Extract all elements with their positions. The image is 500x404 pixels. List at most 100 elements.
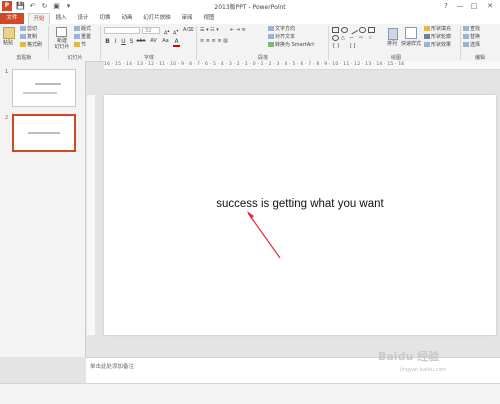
clear-format-icon[interactable]: A⌫: [183, 27, 194, 34]
start-slideshow-icon[interactable]: ▣: [52, 2, 61, 11]
layout-button[interactable]: 版式: [74, 26, 91, 33]
paste-button[interactable]: 粘贴: [3, 40, 13, 47]
tab-review[interactable]: 审阅: [180, 13, 194, 24]
bold-button[interactable]: B: [104, 38, 111, 45]
shape-effects-label: 形状效果: [431, 42, 452, 48]
slide-thumbnail-pane: 1 2: [0, 61, 86, 357]
arrange-icon[interactable]: [388, 28, 398, 40]
save-icon[interactable]: 💾: [16, 2, 25, 11]
italic-button[interactable]: I: [112, 38, 119, 45]
font-name-combo[interactable]: [104, 27, 140, 34]
change-case-button[interactable]: Aa: [161, 38, 170, 44]
separator: [460, 26, 461, 60]
grow-font-icon[interactable]: A▴: [164, 27, 170, 37]
align-text-icon: [268, 34, 274, 39]
rectangle-shape-icon[interactable]: [332, 27, 339, 33]
paste-icon[interactable]: [3, 27, 15, 39]
new-slide-icon[interactable]: [56, 27, 67, 37]
minimize-button[interactable]: —: [454, 1, 466, 11]
slide-canvas[interactable]: success is getting what you want: [104, 95, 496, 335]
slide-thumbnail-2[interactable]: [12, 114, 76, 152]
line-shape-icon[interactable]: [348, 25, 359, 35]
circle-shape-icon[interactable]: [332, 35, 339, 41]
rounded-rect-shape-icon[interactable]: [359, 27, 366, 33]
tab-slideshow[interactable]: 幻灯片放映: [143, 13, 171, 24]
bracket-shape-icon[interactable]: [ ]: [350, 43, 356, 50]
redo-icon[interactable]: ↻: [40, 2, 49, 11]
customize-qat-icon[interactable]: ▾: [64, 2, 73, 11]
select-button[interactable]: 选择: [463, 42, 480, 49]
title-bar: P 💾 ↶ ↻ ▣ ▾ 2013版PPT - PowerPoint ? — □ …: [0, 0, 500, 13]
shadow-button[interactable]: S: [128, 38, 135, 45]
undo-icon[interactable]: ↶: [28, 2, 37, 11]
separator: [328, 26, 329, 60]
arrow-head-icon: [247, 211, 254, 219]
tab-view[interactable]: 视图: [202, 13, 216, 24]
tab-file[interactable]: 文件: [0, 13, 24, 24]
thumbnail-text-line: [23, 92, 57, 94]
text-direction-button[interactable]: 文字方向: [268, 26, 295, 33]
cut-button[interactable]: 剪切: [20, 26, 37, 33]
thumbnail-text-line: [28, 132, 60, 134]
font-size-combo[interactable]: 32: [142, 27, 160, 34]
align-icon[interactable]: ≡ ≡ ≡ ≡ ▥: [200, 38, 228, 45]
star-shape-icon[interactable]: ☆: [368, 35, 372, 42]
shape-effects-button[interactable]: 形状效果: [424, 42, 451, 49]
find-button[interactable]: 查找: [463, 26, 480, 33]
tab-transitions[interactable]: 切换: [98, 13, 112, 24]
brace-shape-icon[interactable]: { }: [332, 43, 340, 50]
bullets-icon[interactable]: ☰ ▾ ☷ ▾: [200, 27, 219, 34]
select-label: 选择: [470, 42, 481, 48]
shapes-gallery[interactable]: △ ⌐ ⇨ ☆ { } [ ]: [332, 25, 382, 51]
group-label-font: 字体: [143, 55, 154, 61]
square-shape-icon[interactable]: [368, 27, 375, 33]
section-label: 节: [81, 42, 87, 48]
scissors-icon: [20, 26, 26, 31]
group-label-clipboard: 剪贴板: [16, 55, 32, 61]
oval-shape-icon[interactable]: [341, 27, 348, 33]
tab-insert[interactable]: 插入: [54, 13, 68, 24]
font-color-button[interactable]: A: [173, 38, 180, 47]
format-painter-button[interactable]: 格式刷: [20, 42, 42, 49]
group-label-slides: 幻灯片: [67, 55, 83, 61]
tab-design[interactable]: 设计: [76, 13, 90, 24]
section-button[interactable]: 节: [74, 42, 86, 49]
slide-thumbnail-1[interactable]: [12, 69, 76, 107]
paint-bucket-icon: [424, 26, 430, 31]
text-direction-label: 文字方向: [275, 26, 296, 32]
shape-fill-button[interactable]: 形状填充: [424, 26, 451, 33]
section-icon: [74, 42, 80, 47]
layout-icon: [74, 26, 80, 31]
shape-outline-button[interactable]: 形状轮廓: [424, 34, 451, 41]
connector-shape-icon[interactable]: ⌐: [350, 35, 354, 42]
horizontal-ruler: 16 · 15 · 14 · 13 · 12 · 11 · 10 · 9 · 8…: [104, 61, 500, 70]
smartart-button[interactable]: 转换为 SmartArt: [268, 42, 314, 49]
ribbon: 粘贴 剪切 复制 格式刷 剪贴板 新建 幻灯片 版式 重置 节 幻灯片 32 A…: [0, 24, 500, 62]
maximize-button[interactable]: □: [468, 1, 480, 11]
shrink-font-icon[interactable]: A▾: [173, 27, 179, 37]
close-button[interactable]: ✕: [484, 1, 496, 11]
indent-icon[interactable]: ⇤ ⇥ ≡: [230, 27, 246, 34]
quick-styles-icon[interactable]: [405, 27, 417, 39]
group-label-editing: 编辑: [474, 55, 485, 61]
arrow-shape-icon[interactable]: ⇨: [359, 35, 363, 42]
replace-button[interactable]: 替换: [463, 34, 480, 41]
format-painter-label: 格式刷: [27, 42, 43, 48]
strikethrough-button[interactable]: abc: [136, 38, 146, 44]
tab-animations[interactable]: 动画: [120, 13, 134, 24]
arrange-button[interactable]: 排列: [387, 41, 397, 48]
copy-button[interactable]: 复制: [20, 34, 37, 41]
help-button[interactable]: ?: [440, 1, 452, 11]
triangle-shape-icon[interactable]: △: [341, 35, 345, 42]
reset-button[interactable]: 重置: [74, 34, 91, 41]
new-slide-button[interactable]: 新建 幻灯片: [53, 38, 71, 50]
group-label-paragraph: 段落: [257, 55, 268, 61]
separator: [100, 26, 101, 60]
tab-home[interactable]: 开始: [28, 13, 50, 24]
quick-styles-button[interactable]: 快速样式: [401, 41, 421, 48]
watermark-logo: Baidu 经验: [378, 350, 440, 363]
char-spacing-button[interactable]: AV: [149, 38, 158, 44]
align-text-button[interactable]: 对齐文本: [268, 34, 295, 41]
arrow-line: [247, 212, 281, 259]
underline-button[interactable]: U: [120, 38, 127, 45]
